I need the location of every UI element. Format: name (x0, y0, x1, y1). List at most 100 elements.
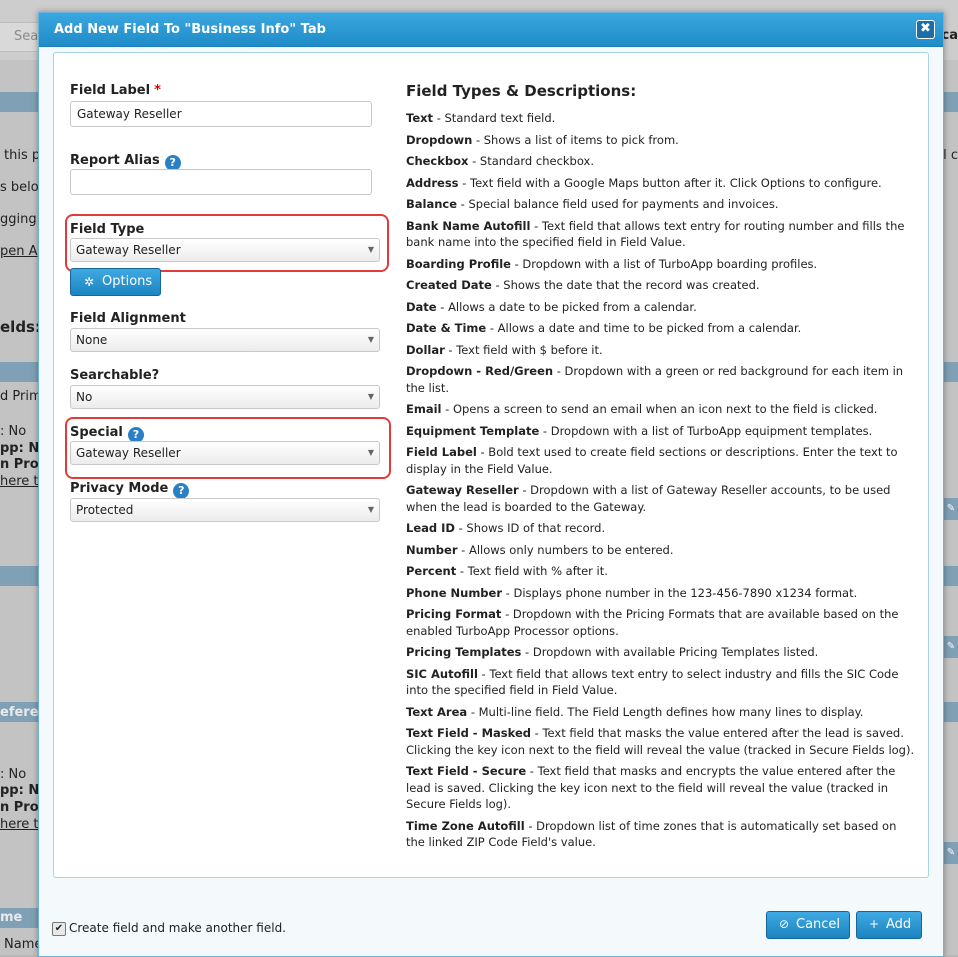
chevron-down-icon: ▼ (367, 335, 374, 344)
background-text-right: l c (943, 148, 958, 163)
field-type-desc: - Shows ID of that record. (454, 521, 606, 535)
chevron-down-icon: ▼ (367, 392, 374, 401)
add-field-dialog: Add New Field To "Business Info" Tab ✖ F… (38, 12, 944, 957)
field-type-name: Field Label (406, 445, 477, 459)
field-type-description: Percent - Text field with % after it. (406, 563, 916, 580)
field-label-label: Field Label * (70, 83, 161, 98)
background-link: here t (0, 817, 39, 832)
background-link: pen A (0, 244, 38, 259)
field-type-description: Dropdown - Shows a list of items to pick… (406, 132, 916, 149)
searchable-select[interactable]: No ▼ (70, 385, 380, 409)
field-type-select[interactable]: Gateway Reseller ▼ (70, 238, 380, 262)
field-type-description: Equipment Template - Dropdown with a lis… (406, 423, 916, 440)
cancel-icon: ⊘ (779, 917, 790, 931)
add-button[interactable]: + Add (856, 911, 922, 939)
privacy-mode-value: Protected (76, 503, 134, 517)
close-icon[interactable]: ✖ (916, 20, 935, 39)
field-type-description: Address - Text field with a Google Maps … (406, 175, 916, 192)
field-type-desc: - Bold text used to create field section… (406, 445, 898, 476)
field-type-description: Boarding Profile - Dropdown with a list … (406, 256, 916, 273)
field-type-description: Text Field - Secure - Text field that ma… (406, 763, 916, 813)
background-section-bar (0, 92, 40, 112)
field-type-name: Phone Number (406, 585, 503, 600)
background-text: : No (0, 424, 27, 439)
options-button-label: Options (102, 274, 153, 289)
background-text: this p (4, 148, 41, 163)
background-text: d Prim (0, 389, 42, 404)
field-type-description: Date - Allows a date to be picked from a… (406, 299, 916, 316)
field-type-description: Date & Time - Allows a date and time to … (406, 320, 916, 337)
create-another-checkbox[interactable]: ✔ (52, 922, 66, 936)
background-search-input: Sea (0, 22, 41, 52)
field-type-name: Percent (406, 564, 457, 578)
field-type-desc: - Special balance field used for payment… (457, 197, 779, 211)
report-alias-input[interactable] (70, 169, 372, 195)
field-type-name: Text Field - Masked (406, 726, 532, 740)
field-type-name: SIC Autofill (406, 666, 478, 681)
field-type-desc: - Opens a screen to send an email when a… (441, 402, 878, 416)
dialog-header: Add New Field To "Business Info" Tab ✖ (39, 13, 943, 47)
privacy-mode-label: Privacy Mode? (70, 481, 190, 499)
field-type-name: Address (406, 175, 459, 190)
background-text: Name (4, 937, 43, 952)
field-type-description: Gateway Reseller - Dropdown with a list … (406, 482, 916, 515)
background-text: gging (0, 212, 37, 227)
gear-icon: ✲ (84, 275, 95, 289)
field-type-name: Text (406, 111, 434, 125)
field-type-name: Bank Name Autofill (406, 218, 531, 233)
special-label-text: Special (70, 425, 123, 440)
field-type-desc: - Text field with % after it. (456, 564, 608, 578)
form-panel: Field Label * Gateway Reseller Report Ali… (53, 52, 929, 878)
searchable-value: No (76, 390, 93, 404)
background-section-bar (0, 566, 40, 586)
field-type-description: Created Date - Shows the date that the r… (406, 277, 916, 294)
special-select[interactable]: Gateway Reseller ▼ (70, 441, 380, 465)
help-icon[interactable]: ? (173, 483, 190, 499)
field-type-desc: - Allows only numbers to be entered. (457, 542, 674, 557)
privacy-mode-select[interactable]: Protected ▼ (70, 498, 380, 522)
background-section-bar-right (944, 566, 958, 586)
field-type-desc: - Dropdown with a list of TurboApp board… (510, 256, 818, 271)
background-heading: elds: (0, 318, 41, 336)
add-button-label: Add (886, 917, 912, 932)
background-key-icon: ✎ (944, 498, 958, 520)
field-alignment-select[interactable]: None ▼ (70, 328, 380, 352)
options-button[interactable]: ✲ Options (70, 268, 161, 296)
background-search-placeholder: Sea (14, 29, 39, 44)
field-type-name: Date & Time (406, 321, 487, 335)
field-type-desc: - Standard checkbox. (468, 154, 594, 168)
background-text: : No (0, 767, 27, 782)
field-type-name: Text Area (406, 704, 468, 719)
required-marker: * (154, 83, 161, 98)
field-type-name: Email (406, 402, 442, 416)
field-type-desc: - Dropdown with available Pricing Templa… (521, 645, 819, 659)
field-type-description: Text Field - Masked - Text field that ma… (406, 725, 916, 758)
field-type-description: Email - Opens a screen to send an email … (406, 401, 916, 418)
field-type-description: Phone Number - Displays phone number in … (406, 585, 916, 602)
field-alignment-label: Field Alignment (70, 311, 186, 326)
field-type-name: Date (406, 299, 437, 314)
plus-icon: + (869, 917, 880, 931)
field-type-description: Pricing Format - Dropdown with the Prici… (406, 606, 916, 639)
dialog-body: Field Label * Gateway Reseller Report Ali… (39, 47, 943, 956)
background-text: pp: N (0, 441, 40, 456)
field-type-description: Dollar - Text field with $ before it. (406, 342, 916, 359)
field-type-desc: - Shows a list of items to pick from. (472, 132, 679, 147)
background-section-bar-right (944, 362, 958, 382)
field-type-desc: - Dropdown with a list of TurboApp equip… (539, 423, 873, 438)
field-type-name: Pricing Templates (406, 645, 522, 659)
field-type-name: Text Field - Secure (406, 764, 527, 778)
field-type-name: Balance (406, 197, 458, 211)
background-text: s belo (0, 180, 39, 195)
searchable-label: Searchable? (70, 368, 160, 383)
field-type-name: Checkbox (406, 154, 469, 168)
field-type-name: Lead ID (406, 521, 455, 535)
chevron-down-icon: ▼ (367, 505, 374, 514)
cancel-button[interactable]: ⊘ Cancel (766, 911, 850, 939)
field-type-description: Balance - Special balance field used for… (406, 196, 916, 213)
background-section-bar-right (944, 92, 958, 112)
field-type-description: Pricing Templates - Dropdown with availa… (406, 644, 916, 661)
field-type-value: Gateway Reseller (76, 243, 181, 257)
field-label-input[interactable]: Gateway Reseller (70, 101, 372, 127)
background-key-icon: ✎ (944, 636, 958, 658)
